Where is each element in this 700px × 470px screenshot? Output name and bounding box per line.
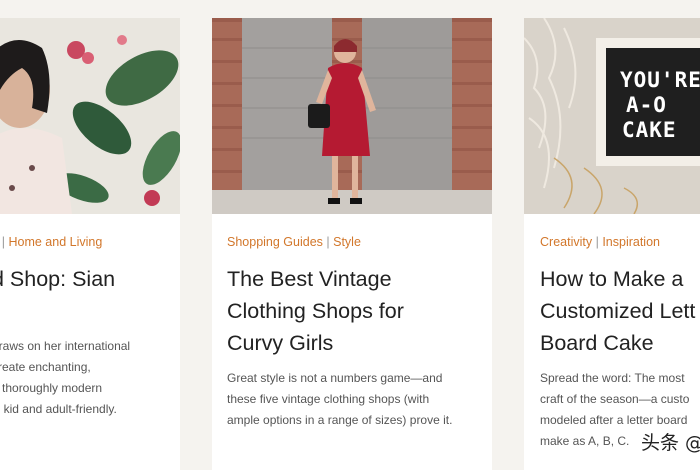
category-separator: | [326,235,330,249]
excerpt-line: Spread the word: The most [540,371,685,385]
title-line[interactable]: Clothing Shops for [227,295,404,327]
letter-board-line: A-O [626,93,667,117]
article-categories: s | Home and Living [0,235,103,249]
article-card[interactable]: YOU'RE A-O CAKE Creativity | Inspiration… [524,18,700,470]
article-card[interactable]: Shopping Guides | Style The Best Vintage… [212,18,492,470]
article-thumbnail[interactable] [0,18,180,214]
article-title[interactable]: d Shop: Sian [0,263,115,295]
title-line[interactable]: Board Cake [540,327,695,359]
title-line[interactable]: d Shop: Sian [0,263,115,295]
title-line[interactable]: How to Make a [540,263,695,295]
excerpt-line: create enchanting, [0,360,91,374]
article-thumbnail[interactable] [212,18,492,214]
letter-board-text: YOU'RE A-O CAKE [620,68,700,143]
excerpt-line: Great style is not a numbers game—and [227,371,443,385]
excerpt-line: these five vintage clothing shops (with [227,392,430,406]
excerpt-line: craft of the season—a custo [540,392,690,406]
article-title[interactable]: The Best Vintage Clothing Shops for Curv… [227,263,404,359]
title-line[interactable]: Customized Lett [540,295,695,327]
category-link[interactable]: Home and Living [8,235,102,249]
excerpt-line: d thoroughly modern [0,381,103,395]
letter-board-line: CAKE [622,118,677,142]
article-card[interactable]: s | Home and Living d Shop: Sian draws o… [0,18,180,470]
watermark: 头条 @ [641,432,700,454]
category-separator: | [1,235,5,249]
category-link[interactable]: Inspiration [602,235,660,249]
category-separator: | [595,235,599,249]
excerpt-line: 's kid and adult-friendly. [0,402,117,416]
excerpt-line: draws on her international [0,339,131,353]
letter-board-line: YOU'RE [620,68,700,92]
title-line[interactable]: The Best Vintage [227,263,404,295]
category-link[interactable]: Shopping Guides [227,235,323,249]
category-link[interactable]: Style [333,235,361,249]
article-categories: Shopping Guides | Style [227,235,361,249]
title-line[interactable]: Curvy Girls [227,327,404,359]
article-title[interactable]: How to Make a Customized Lett Board Cake [540,263,695,359]
article-categories: Creativity | Inspiration [540,235,660,249]
category-link[interactable]: Creativity [540,235,592,249]
article-thumbnail[interactable]: YOU'RE A-O CAKE [524,18,700,214]
article-excerpt: draws on her international create enchan… [0,336,130,420]
article-excerpt: Great style is not a numbers game—and th… [227,368,452,431]
excerpt-line: ample options in a range of sizes) prove… [227,413,453,427]
